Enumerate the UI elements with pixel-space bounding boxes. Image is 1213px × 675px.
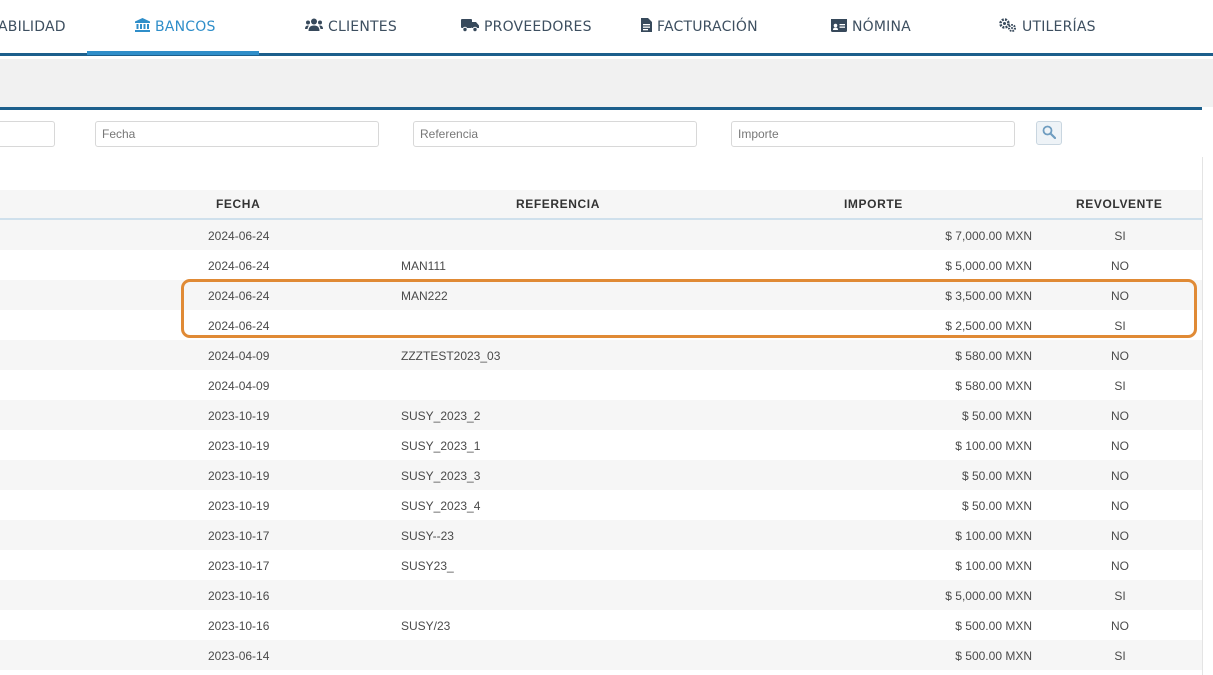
table-row[interactable]: 2023-10-19 SUSY_2023_2 $ 50.00 MXN NO	[0, 400, 1202, 430]
cell-revolvente: NO	[1111, 559, 1129, 573]
cell-referencia: ZZZTEST2023_03	[401, 349, 501, 363]
cell-revolvente: NO	[1111, 259, 1129, 273]
cell-referencia: SUSY23_	[401, 559, 454, 573]
active-tab-indicator	[87, 51, 259, 55]
cell-importe: $ 5,000.00 MXN	[945, 589, 1032, 603]
nav-item-bancos[interactable]: BANCOS	[135, 0, 216, 54]
filter-input-partial[interactable]	[0, 121, 55, 147]
cell-fecha: 2024-06-24	[208, 259, 270, 273]
cell-referencia: SUSY_2023_3	[401, 469, 481, 483]
nav-item-clientes[interactable]: CLIENTES	[305, 0, 397, 54]
cell-fecha: 2024-04-09	[208, 379, 270, 393]
table-row[interactable]: 2023-10-19 SUSY_2023_1 $ 100.00 MXN NO	[0, 430, 1202, 460]
cell-importe: $ 100.00 MXN	[955, 439, 1032, 453]
file-icon	[641, 18, 652, 36]
table-row[interactable]: 2023-10-19 SUSY_2023_3 $ 50.00 MXN NO	[0, 460, 1202, 490]
cell-importe: $ 500.00 MXN	[955, 619, 1032, 633]
nav-item-facturacion[interactable]: FACTURACIÓN	[641, 0, 758, 54]
column-header-fecha[interactable]: FECHA	[216, 190, 260, 218]
search-icon	[1042, 124, 1057, 143]
id-card-icon	[831, 18, 847, 36]
column-header-importe[interactable]: IMPORTE	[844, 190, 903, 218]
nav-item-label: CLIENTES	[328, 19, 397, 35]
highlight-annotation	[181, 279, 1197, 338]
cell-revolvente: SI	[1114, 649, 1126, 663]
table-row[interactable]: 2023-10-16 SUSY/23 $ 500.00 MXN NO	[0, 610, 1202, 640]
nav-item-label: UTILERÍAS	[1022, 19, 1096, 35]
cell-fecha: 2023-10-19	[208, 499, 270, 513]
cell-fecha: 2023-10-19	[208, 469, 270, 483]
column-header-referencia[interactable]: REFERENCIA	[516, 190, 600, 218]
nav-item-label: NÓMINA	[852, 19, 911, 35]
cell-importe: $ 50.00 MXN	[961, 409, 1032, 423]
fecha-filter-input[interactable]	[95, 121, 379, 147]
cell-importe: $ 100.00 MXN	[955, 559, 1032, 573]
nav-item-utilerias[interactable]: UTILERÍAS	[999, 0, 1096, 54]
nav-item-label: BANCOS	[155, 19, 216, 35]
cell-revolvente: NO	[1111, 439, 1129, 453]
table-row[interactable]: 2024-06-24 $ 7,000.00 MXN SI	[0, 220, 1202, 250]
cell-revolvente: SI	[1114, 589, 1126, 603]
cell-importe: $ 580.00 MXN	[955, 379, 1032, 393]
cell-fecha: 2024-04-09	[208, 349, 270, 363]
nav-item-nomina[interactable]: NÓMINA	[831, 0, 911, 54]
cell-referencia: SUSY_2023_2	[401, 409, 481, 423]
cell-importe: $ 7,000.00 MXN	[945, 229, 1032, 243]
cell-revolvente: SI	[1114, 229, 1126, 243]
cell-revolvente: NO	[1111, 529, 1129, 543]
referencia-filter-input[interactable]	[413, 121, 697, 147]
importe-filter-input[interactable]	[731, 121, 1015, 147]
cell-fecha: 2023-10-19	[208, 439, 270, 453]
cell-referencia: SUSY_2023_4	[401, 499, 481, 513]
table-row[interactable]: 2024-04-09 ZZZTEST2023_03 $ 580.00 MXN NO	[0, 340, 1202, 370]
table-row[interactable]: 2023-10-17 SUSY23_ $ 100.00 MXN NO	[0, 550, 1202, 580]
cell-fecha: 2023-10-17	[208, 529, 270, 543]
truck-icon	[461, 18, 479, 36]
top-navigation: ABILIDAD BANCOS CLIENTES PROVEEDORES FAC…	[0, 0, 1213, 56]
cell-fecha: 2023-10-16	[208, 619, 270, 633]
cell-fecha: 2024-06-24	[208, 229, 270, 243]
cell-referencia: SUSY_2023_1	[401, 439, 481, 453]
cell-revolvente: NO	[1111, 469, 1129, 483]
nav-item-label: PROVEEDORES	[484, 19, 592, 35]
users-icon	[305, 18, 323, 36]
cell-importe: $ 50.00 MXN	[961, 499, 1032, 513]
table-row[interactable]: 2023-10-17 SUSY--23 $ 100.00 MXN NO	[0, 520, 1202, 550]
table-row[interactable]: 2023-10-19 SUSY_2023_4 $ 50.00 MXN NO	[0, 490, 1202, 520]
section-divider	[0, 107, 1202, 110]
cell-importe: $ 100.00 MXN	[955, 529, 1032, 543]
search-button[interactable]	[1036, 121, 1062, 145]
cogs-icon	[999, 18, 1017, 36]
table-header: FECHA REFERENCIA IMPORTE REVOLVENTE	[0, 190, 1202, 220]
table-row[interactable]: 2024-06-24 MAN111 $ 5,000.00 MXN NO	[0, 250, 1202, 280]
nav-item-proveedores[interactable]: PROVEEDORES	[461, 0, 592, 54]
cell-importe: $ 580.00 MXN	[955, 349, 1032, 363]
nav-item-label: ABILIDAD	[0, 19, 66, 35]
cell-fecha: 2023-10-19	[208, 409, 270, 423]
nav-item-contabilidad[interactable]: ABILIDAD	[0, 0, 66, 54]
cell-revolvente: NO	[1111, 409, 1129, 423]
toolbar-band	[0, 59, 1213, 107]
table-row[interactable]: 2024-04-09 $ 580.00 MXN SI	[0, 370, 1202, 400]
cell-fecha: 2023-10-17	[208, 559, 270, 573]
cell-fecha: 2023-06-14	[208, 649, 270, 663]
cell-referencia: SUSY--23	[401, 529, 454, 543]
cell-revolvente: NO	[1111, 619, 1129, 633]
cell-revolvente: SI	[1114, 379, 1126, 393]
cell-referencia: MAN111	[401, 259, 446, 273]
table-row[interactable]: 2023-10-16 $ 5,000.00 MXN SI	[0, 580, 1202, 610]
cell-referencia: SUSY/23	[401, 619, 451, 633]
cell-fecha: 2023-10-16	[208, 589, 270, 603]
table-row[interactable]: 2023-06-14 $ 500.00 MXN SI	[0, 640, 1202, 670]
cell-importe: $ 500.00 MXN	[955, 649, 1032, 663]
bank-icon	[135, 18, 150, 36]
cell-revolvente: NO	[1111, 349, 1129, 363]
column-header-revolvente[interactable]: REVOLVENTE	[1076, 190, 1162, 218]
cell-revolvente: NO	[1111, 499, 1129, 513]
cell-importe: $ 50.00 MXN	[961, 469, 1032, 483]
cell-importe: $ 5,000.00 MXN	[945, 259, 1032, 273]
panel-edge	[1202, 157, 1203, 675]
nav-item-label: FACTURACIÓN	[657, 19, 758, 35]
